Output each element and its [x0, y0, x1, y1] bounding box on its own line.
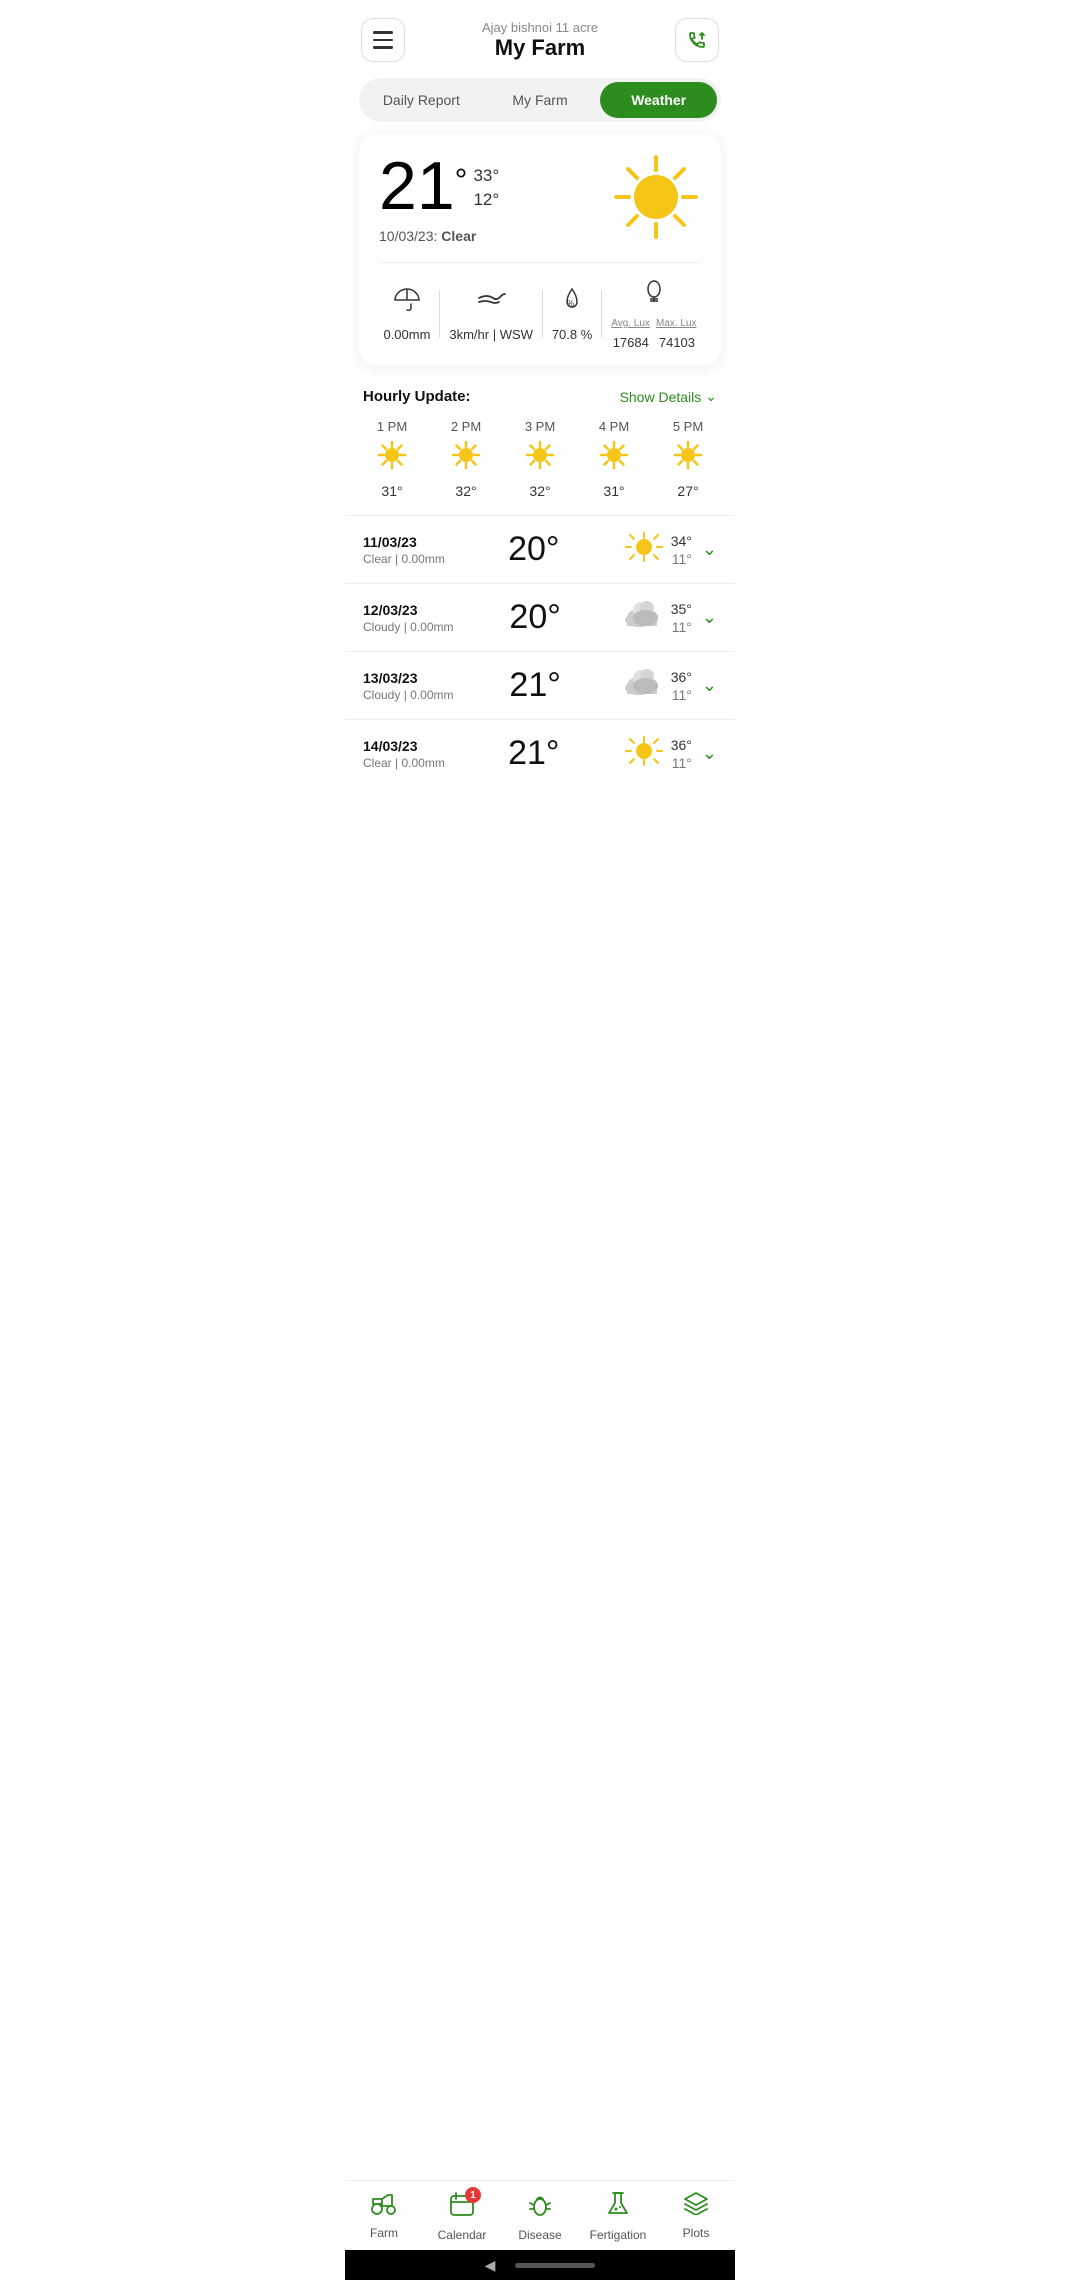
- chevron-down-icon: ⌄: [702, 675, 717, 696]
- bug-icon: [528, 2191, 552, 2224]
- temp-range: 33° 12°: [473, 166, 499, 210]
- call-button[interactable]: [675, 18, 719, 62]
- nav-label: Fertigation: [590, 2228, 647, 2242]
- hourly-item: 2 PM 32°: [451, 419, 481, 499]
- svg-text:%: %: [567, 299, 574, 308]
- farm-subtitle: Ajay bishnoi 11 acre: [482, 20, 598, 35]
- rain-stat: 0.00mm: [383, 286, 430, 342]
- hourly-row: 1 PM 31° 2 PM: [345, 415, 735, 515]
- weather-condition: Clear: [441, 228, 476, 244]
- weather-stats: 0.00mm 3km/hr | WSW: [379, 262, 701, 350]
- nav-label: Disease: [518, 2228, 561, 2242]
- nav-item-farm[interactable]: Farm: [354, 2191, 414, 2242]
- temp-min: 12°: [473, 190, 499, 210]
- humidity-icon: %: [559, 286, 585, 321]
- chevron-down-icon: ⌄: [702, 743, 717, 764]
- hamburger-icon: [373, 31, 393, 49]
- umbrella-icon: [393, 286, 421, 321]
- max-lux-value: 74103: [659, 335, 695, 350]
- menu-button[interactable]: [361, 18, 405, 62]
- nav-item-calendar[interactable]: 1 Calendar: [432, 2191, 492, 2242]
- home-pill[interactable]: [515, 2263, 595, 2268]
- forecast-left: 14/03/23 Clear | 0.00mm: [363, 738, 445, 770]
- hourly-item: 1 PM 31°: [377, 419, 407, 499]
- weather-main: 21 ° 33° 12° 10/03/23: Clear: [379, 152, 701, 244]
- hourly-item: 3 PM 32°: [525, 419, 555, 499]
- show-details-button[interactable]: Show Details ⌄: [620, 388, 717, 405]
- chevron-down-icon: ⌄: [702, 607, 717, 628]
- nav-item-plots[interactable]: Plots: [666, 2191, 726, 2242]
- nav-item-disease[interactable]: Disease: [510, 2191, 570, 2242]
- forecast-row[interactable]: 12/03/23 Cloudy | 0.00mm 20° 35° 11° ⌄: [345, 583, 735, 651]
- humidity-stat: % 70.8 %: [552, 286, 592, 342]
- humidity-value: 70.8 %: [552, 327, 592, 342]
- divider-1: [439, 290, 440, 338]
- system-nav-bar: ◀: [345, 2250, 735, 2280]
- divider-3: [601, 290, 602, 338]
- chevron-down-icon: ⌄: [705, 388, 717, 405]
- bottom-navigation: Farm 1 Calendar Disease Fertigation Plots: [345, 2180, 735, 2250]
- farm-title: My Farm: [482, 35, 598, 61]
- chevron-down-icon: ⌄: [702, 539, 717, 560]
- lux-icon: [641, 277, 667, 312]
- temp-section: 21 ° 33° 12° 10/03/23: Clear: [379, 152, 499, 244]
- weather-date: 10/03/23: Clear: [379, 228, 499, 244]
- hourly-section-header: Hourly Update: Show Details ⌄: [345, 382, 735, 415]
- forecast-left: 11/03/23 Clear | 0.00mm: [363, 534, 445, 566]
- forecast-container: 11/03/23 Clear | 0.00mm 20° 34° 11° ⌄ 12…: [345, 515, 735, 787]
- forecast-row[interactable]: 14/03/23 Clear | 0.00mm 21° 36° 11° ⌄: [345, 719, 735, 787]
- back-button[interactable]: ◀: [485, 2257, 496, 2274]
- hourly-item: 5 PM 27°: [673, 419, 703, 499]
- temp-degree-symbol: °: [455, 162, 468, 199]
- avg-lux-value: 17684: [613, 335, 649, 350]
- nav-label: Plots: [683, 2226, 710, 2240]
- max-lux-label: Max. Lux: [656, 318, 697, 329]
- app-header: Ajay bishnoi 11 acre My Farm: [345, 0, 735, 72]
- nav-label: Calendar: [438, 2228, 487, 2242]
- calendar-icon: 1: [449, 2191, 475, 2224]
- forecast-icon: [623, 530, 665, 569]
- flask-icon: [606, 2191, 630, 2224]
- forecast-icon: [617, 598, 665, 637]
- forecast-icon: [617, 666, 665, 705]
- notification-badge: 1: [465, 2187, 481, 2203]
- nav-label: Farm: [370, 2226, 398, 2240]
- tab-daily-report[interactable]: Daily Report: [363, 82, 480, 118]
- tab-my-farm[interactable]: My Farm: [482, 82, 599, 118]
- sun-icon: [611, 152, 701, 242]
- divider-2: [542, 290, 543, 338]
- weather-card: 21 ° 33° 12° 10/03/23: Clear: [359, 134, 721, 366]
- layers-icon: [683, 2191, 709, 2222]
- wind-stat: 3km/hr | WSW: [449, 286, 533, 342]
- forecast-left: 13/03/23 Cloudy | 0.00mm: [363, 670, 454, 702]
- wind-value: 3km/hr | WSW: [449, 327, 533, 342]
- avg-lux-label: Avg. Lux: [611, 318, 650, 329]
- forecast-left: 12/03/23 Cloudy | 0.00mm: [363, 602, 454, 634]
- phone-icon: [685, 28, 709, 52]
- hourly-title: Hourly Update:: [363, 388, 471, 405]
- forecast-row[interactable]: 11/03/23 Clear | 0.00mm 20° 34° 11° ⌄: [345, 515, 735, 583]
- forecast-icon: [623, 734, 665, 773]
- hourly-item: 4 PM 31°: [599, 419, 629, 499]
- lux-stat: Avg. Lux Max. Lux 17684 74103: [611, 277, 696, 350]
- current-temp: 21: [379, 152, 455, 220]
- wind-icon: [475, 286, 507, 321]
- temp-max: 33°: [473, 166, 499, 186]
- tab-bar: Daily Report My Farm Weather: [359, 78, 721, 122]
- rain-value: 0.00mm: [383, 327, 430, 342]
- forecast-row[interactable]: 13/03/23 Cloudy | 0.00mm 21° 36° 11° ⌄: [345, 651, 735, 719]
- nav-item-fertigation[interactable]: Fertigation: [588, 2191, 648, 2242]
- tab-weather[interactable]: Weather: [600, 82, 717, 118]
- header-center: Ajay bishnoi 11 acre My Farm: [482, 20, 598, 61]
- tractor-icon: [370, 2191, 398, 2222]
